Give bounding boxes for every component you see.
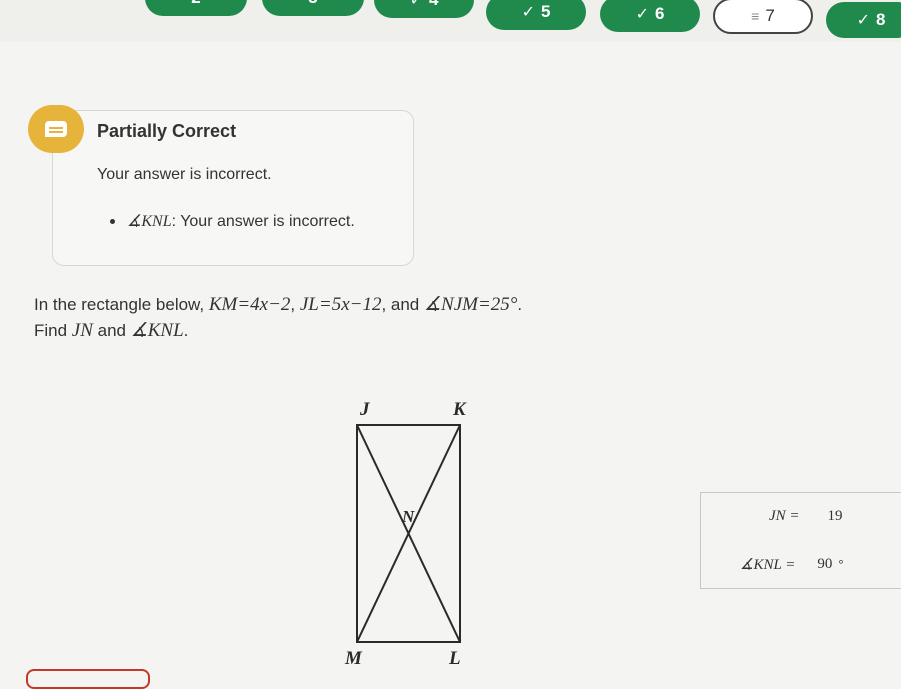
- question-4-label: 4: [429, 0, 438, 10]
- feedback-message: Your answer is incorrect.: [97, 166, 272, 183]
- variable-jn: JN: [71, 320, 93, 341]
- problem-text: and: [92, 321, 131, 340]
- speech-bubble-icon: [45, 121, 67, 137]
- feedback-item-text: : Your answer is incorrect.: [171, 213, 355, 230]
- question-6-label: 6: [654, 4, 665, 23]
- question-nav-bar: 2 3 ✓ 4 ✓ 5 ✓ 6 ≡ 7 ✓ 8: [0, 0, 901, 42]
- knl-answer-input[interactable]: 90: [817, 556, 832, 573]
- vertex-label-m: M: [344, 648, 363, 669]
- question-3-button[interactable]: 3: [262, 0, 364, 16]
- answer-row-knl: ∡KNL = 90 °: [740, 555, 844, 574]
- problem-text: , and: [381, 295, 424, 314]
- jn-label: JN =: [769, 508, 800, 524]
- problem-text: .: [183, 321, 189, 340]
- question-7-label: 7: [765, 6, 775, 25]
- equation-angle-njm: ∡NJM=25°: [424, 294, 518, 315]
- question-6-button[interactable]: ✓ 6: [600, 0, 700, 32]
- question-4-button[interactable]: ✓ 4: [374, 0, 474, 18]
- degree-symbol: °: [838, 557, 844, 572]
- partial-credit-badge: [28, 105, 84, 153]
- answer-row-jn: JN = 19: [769, 508, 843, 525]
- problem-text: ,: [290, 295, 300, 314]
- problem-text: .: [517, 295, 523, 314]
- question-8-label: 8: [875, 10, 886, 29]
- question-5-button[interactable]: ✓ 5: [486, 0, 586, 30]
- question-2-button[interactable]: 2: [145, 0, 247, 16]
- check-icon: ✓: [521, 4, 535, 21]
- list-icon: ≡: [751, 8, 760, 24]
- vertex-label-l: L: [448, 648, 461, 669]
- feedback-item-label: ∡KNL: [127, 213, 172, 230]
- question-3-label: 3: [308, 0, 317, 8]
- equation-km: KM=4x−2: [208, 294, 291, 315]
- equation-jl: JL=5x−12: [299, 294, 382, 315]
- knl-label: ∡KNL =: [740, 557, 796, 573]
- check-icon: ✓: [409, 0, 423, 9]
- problem-statement-line-2: Find JN and ∡KNL.: [34, 319, 188, 342]
- answer-box: [700, 492, 901, 589]
- question-5-label: 5: [540, 2, 551, 21]
- rectangle-diagram: J K N M L: [344, 399, 467, 669]
- variable-angle-knl: ∡KNL: [130, 320, 184, 341]
- check-icon: ✓: [856, 12, 870, 29]
- feedback-title: Partially Correct: [97, 121, 237, 141]
- feedback-item: ∡KNL: Your answer is incorrect.: [110, 211, 355, 231]
- question-8-button[interactable]: ✓ 8: [826, 2, 901, 38]
- bullet-icon: [110, 218, 115, 224]
- bottom-action-button[interactable]: [26, 669, 150, 689]
- problem-statement-line-1: In the rectangle below, KM=4x−2, JL=5x−1…: [34, 293, 522, 316]
- vertex-label-j: J: [359, 399, 370, 420]
- problem-text: Find: [34, 321, 72, 340]
- question-7-button[interactable]: ≡ 7: [713, 0, 813, 34]
- vertex-label-n: N: [401, 507, 415, 526]
- check-icon: ✓: [635, 6, 649, 23]
- question-2-label: 2: [191, 0, 200, 8]
- problem-text: In the rectangle below,: [34, 295, 209, 314]
- jn-answer-input[interactable]: 19: [828, 508, 843, 525]
- vertex-label-k: K: [452, 399, 467, 420]
